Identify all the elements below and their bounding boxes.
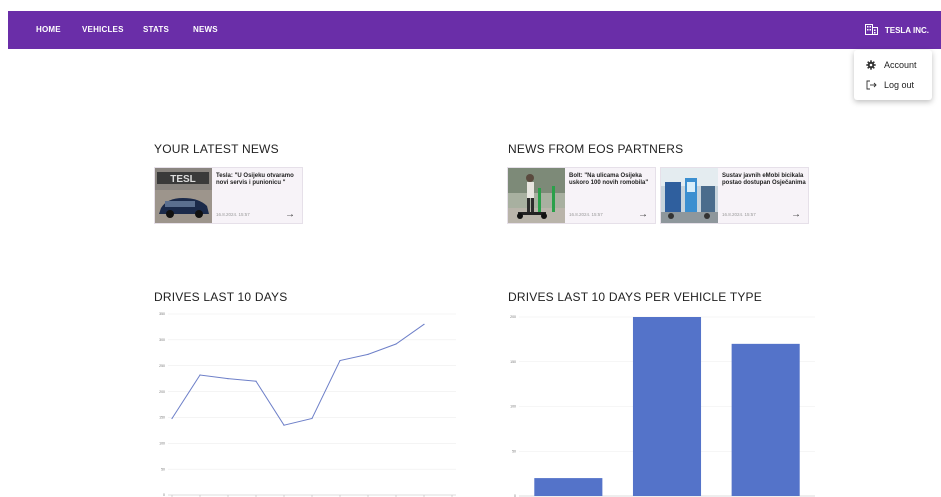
- company-menu-button[interactable]: TESLA INC.: [864, 11, 929, 49]
- news-image-bolt: [508, 168, 565, 223]
- vehicle-type-bar-chart: 050100150200: [510, 315, 815, 497]
- nav-vehicles[interactable]: VEHICLES: [82, 11, 124, 49]
- data-point: [367, 353, 369, 355]
- nav-stats[interactable]: STATS: [143, 11, 169, 49]
- line-chart-title: DRIVES LAST 10 DAYS: [154, 290, 288, 304]
- series-line: [171, 323, 425, 426]
- menu-item-logout-label: Log out: [884, 80, 915, 90]
- y-tick-label: 0: [163, 493, 165, 497]
- news-image-tesla: TESL: [155, 168, 212, 223]
- y-tick-label: 50: [512, 449, 516, 453]
- data-point: [423, 323, 425, 325]
- nav-home[interactable]: HOME: [36, 11, 61, 49]
- bar: [534, 478, 603, 496]
- data-point: [311, 417, 313, 420]
- domain-icon: [864, 23, 878, 37]
- menu-item-logout[interactable]: Log out: [854, 75, 932, 95]
- y-tick-label: 200: [510, 315, 516, 319]
- news-card-bolt[interactable]: Bolt: "Na ulicama Osijeka uskoro 100 nov…: [507, 167, 656, 224]
- menu-item-account[interactable]: Account: [854, 55, 932, 75]
- bar: [632, 317, 702, 496]
- latest-news-title: YOUR LATEST NEWS: [154, 142, 279, 156]
- news-card-tesla[interactable]: TESL Tesla: "U Osijeku otvaramo novi ser…: [154, 167, 303, 224]
- account-dropdown-menu: Account Log out: [854, 50, 932, 100]
- partner-news-title: NEWS FROM EOS PARTNERS: [508, 142, 684, 156]
- y-tick-label: 100: [159, 441, 165, 445]
- data-point: [283, 424, 285, 426]
- logout-icon: [864, 80, 878, 90]
- arrow-right-icon[interactable]: →: [791, 209, 801, 220]
- y-tick-label: 150: [510, 360, 516, 364]
- menu-item-account-label: Account: [884, 60, 917, 70]
- news-headline: Sustav javnih eMobi bicikala postao dost…: [722, 173, 806, 186]
- news-date: 16.8.2024. 15:57: [722, 212, 756, 217]
- y-tick-label: 50: [161, 467, 165, 471]
- y-tick-label: 100: [510, 405, 516, 409]
- y-tick-label: 200: [159, 390, 165, 394]
- y-tick-label: 350: [159, 312, 165, 316]
- company-name: TESLA INC.: [884, 25, 929, 35]
- news-card-emobi[interactable]: Sustav javnih eMobi bicikala postao dost…: [660, 167, 809, 224]
- data-point: [199, 374, 201, 376]
- arrow-right-icon[interactable]: →: [285, 209, 295, 220]
- top-navbar: HOME VEHICLES STATS NEWS TESLA INC.: [8, 11, 941, 49]
- gear-icon: [864, 60, 878, 70]
- news-headline: Tesla: "U Osijeku otvaramo novi servis i…: [216, 173, 294, 186]
- data-point: [395, 343, 397, 345]
- svg-text:TESL: TESL: [170, 174, 196, 185]
- bar: [731, 343, 800, 496]
- news-date: 16.8.2024. 15:57: [569, 212, 603, 217]
- news-date: 16.8.2024. 15:57: [216, 212, 250, 217]
- news-image-emobi: [661, 168, 718, 223]
- y-tick-label: 250: [159, 364, 165, 368]
- arrow-right-icon[interactable]: →: [638, 209, 648, 220]
- bar-chart-title: DRIVES LAST 10 DAYS PER VEHICLE TYPE: [508, 290, 762, 304]
- data-point: [171, 417, 173, 420]
- y-tick-label: 150: [159, 416, 165, 420]
- data-point: [227, 378, 229, 380]
- y-tick-label: 300: [159, 338, 165, 342]
- data-point: [255, 380, 257, 382]
- news-headline: Bolt: "Na ulicama Osijeka uskoro 100 nov…: [569, 173, 649, 186]
- drives-line-chart: 0 50 100 150 200 250 300 350: [159, 312, 456, 497]
- nav-news[interactable]: NEWS: [193, 11, 218, 49]
- data-point: [339, 359, 341, 362]
